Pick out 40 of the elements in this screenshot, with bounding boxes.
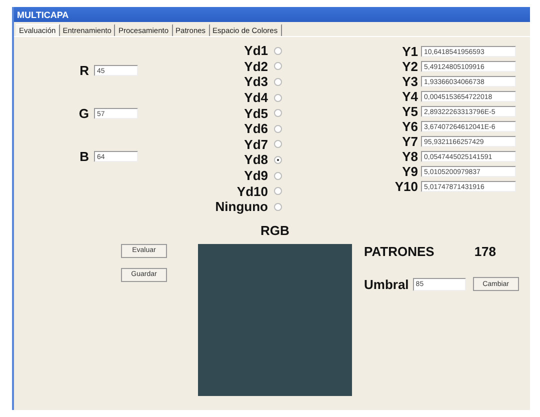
option-label: Ninguno	[215, 199, 268, 214]
output-label: Y1	[401, 44, 418, 59]
option-label: Yd7	[244, 136, 268, 152]
patterns-label: PATRONES	[364, 244, 434, 259]
output-label: Y10	[394, 179, 418, 194]
radio-button[interactable]	[274, 202, 282, 211]
radio-button[interactable]	[274, 124, 282, 133]
radio-button[interactable]	[274, 109, 282, 118]
radio-button[interactable]	[274, 172, 282, 180]
option-label: Yd6	[244, 121, 268, 136]
option-label: Yd10	[236, 184, 268, 199]
patterns-count: 178	[474, 244, 496, 259]
option-label: Yd2	[244, 58, 268, 74]
option-label: Yd4	[244, 90, 268, 106]
radio-button[interactable]	[274, 140, 282, 148]
radio-button[interactable]	[274, 46, 282, 55]
option-label: Yd5	[244, 106, 268, 121]
channel-label: R	[80, 63, 89, 78]
option-label: Yd9	[244, 168, 268, 184]
output-label: Y6	[401, 119, 418, 134]
output-label: Y2	[401, 59, 418, 74]
option-label: Yd1	[244, 43, 268, 58]
radio-button[interactable]	[274, 78, 282, 86]
output-label: Y7	[401, 134, 418, 149]
output-label: Y8	[401, 149, 418, 164]
channel-label: B	[80, 149, 89, 164]
output-label: Y3	[401, 74, 418, 89]
radio-button[interactable]	[274, 62, 282, 70]
radio-button[interactable]	[274, 187, 282, 196]
option-label: Yd8	[244, 152, 268, 168]
output-label: Y5	[401, 104, 418, 119]
option-label: Yd3	[244, 74, 268, 90]
radio-button[interactable]	[274, 156, 282, 164]
threshold-label: Umbral	[364, 276, 409, 292]
output-label: Y9	[401, 164, 418, 179]
channel-label: G	[78, 106, 89, 121]
output-label: Y4	[401, 89, 418, 104]
preview-label: RGB	[260, 222, 290, 238]
window-title: MULTICAPA	[14, 7, 530, 22]
radio-button[interactable]	[274, 94, 282, 102]
